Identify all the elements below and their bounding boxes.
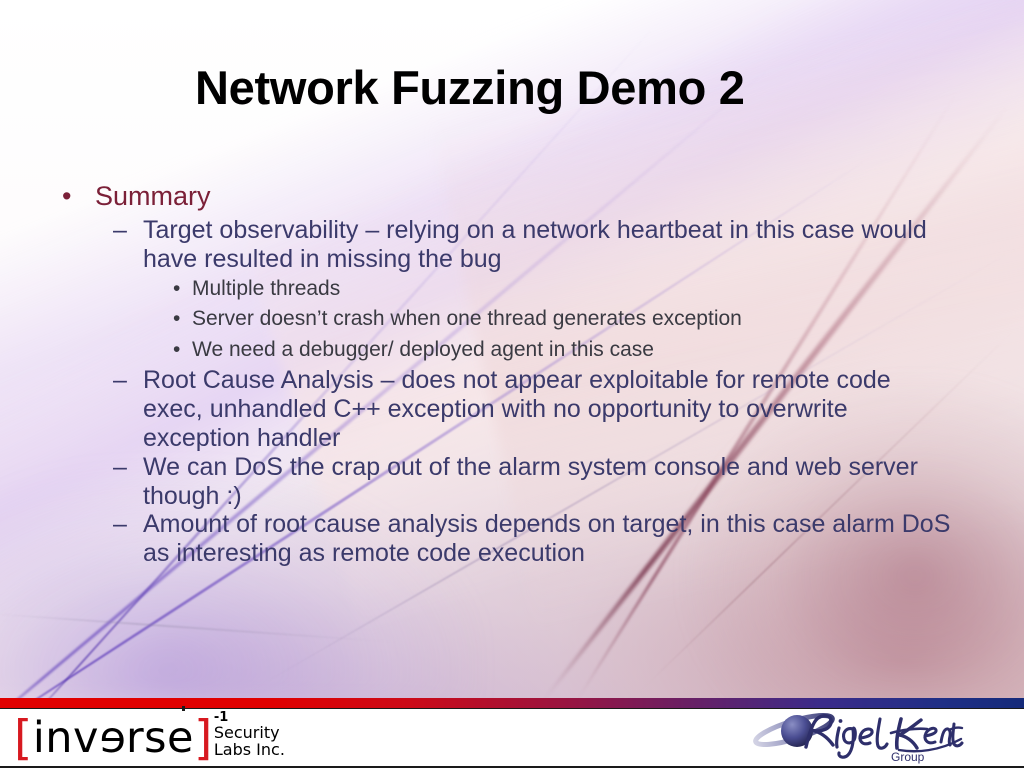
inverse-word-part-2: rse (125, 713, 195, 764)
footer-band: [ inv e rse ] -1 Security Labs Inc. Grou… (0, 708, 1024, 768)
rigel-kent-group-logo: Group (749, 706, 964, 764)
bullet-level1-summary: • Summary (0, 180, 1024, 214)
bullet-glyph-icon: • (62, 181, 72, 211)
dash-bullet-glyph-icon: – (113, 510, 127, 539)
slide-title: Network Fuzzing Demo 2 (195, 61, 745, 114)
bullet-text: Target observability – relying on a netw… (143, 215, 927, 273)
dot-bullet-glyph-icon: • (173, 276, 181, 300)
bullet-text: We need a debugger/ deployed agent in th… (192, 338, 654, 362)
bullet-level1-text: Summary (95, 181, 211, 211)
inverse-wordmark: [ inv e rse ] (14, 710, 213, 766)
inverse-word-part-1: inv (32, 713, 99, 764)
rigel-kent-logo-graphic: Group (753, 712, 964, 764)
bullet-dos-alarm-system: – We can DoS the crap out of the alarm s… (0, 453, 1024, 511)
bullet-root-cause-analysis: – Root Cause Analysis – does not appear … (0, 366, 1024, 453)
slide-body: • Summary – Target observability – relyi… (0, 180, 1024, 568)
bullet-text: Server doesn’t crash when one thread gen… (192, 307, 742, 331)
logo-line-labs-inc: Labs Inc. (213, 739, 285, 759)
bullet-text: We can DoS the crap out of the alarm sys… (143, 452, 918, 510)
bullet-target-observability: – Target observability – relying on a ne… (0, 216, 1024, 274)
bullet-need-debugger: • We need a debugger/ deployed agent in … (0, 335, 1024, 366)
background-filament-8 (0, 612, 399, 644)
bracket-close-icon: ] (194, 710, 213, 766)
bullet-amount-of-analysis: – Amount of root cause analysis depends … (0, 510, 1024, 568)
dash-bullet-glyph-icon: – (113, 366, 127, 395)
bullet-multiple-threads: • Multiple threads (0, 274, 1024, 305)
reversed-e-icon: e (99, 713, 126, 764)
bullet-text: Root Cause Analysis – does not appear ex… (143, 366, 891, 452)
inverse-logo-sidetext: -1 Security Labs Inc. (214, 711, 285, 760)
dot-bullet-glyph-icon: • (173, 307, 181, 331)
bullet-text: Multiple threads (192, 276, 341, 300)
presentation-slide: Network Fuzzing Demo 2 • Summary – Targe… (0, 0, 1024, 768)
footer-artifact-mark (182, 706, 185, 711)
inverse-security-labs-logo: [ inv e rse ] -1 Security Labs Inc. (14, 710, 285, 766)
rigel-group-subtext: Group (891, 750, 925, 764)
dash-bullet-glyph-icon: – (113, 452, 127, 481)
bullet-text: Amount of root cause analysis depends on… (143, 510, 951, 568)
bullet-server-no-crash: • Server doesn’t crash when one thread g… (0, 304, 1024, 335)
dot-bullet-glyph-icon: • (173, 338, 181, 362)
dash-bullet-glyph-icon: – (113, 215, 127, 244)
bracket-open-icon: [ (14, 710, 33, 766)
